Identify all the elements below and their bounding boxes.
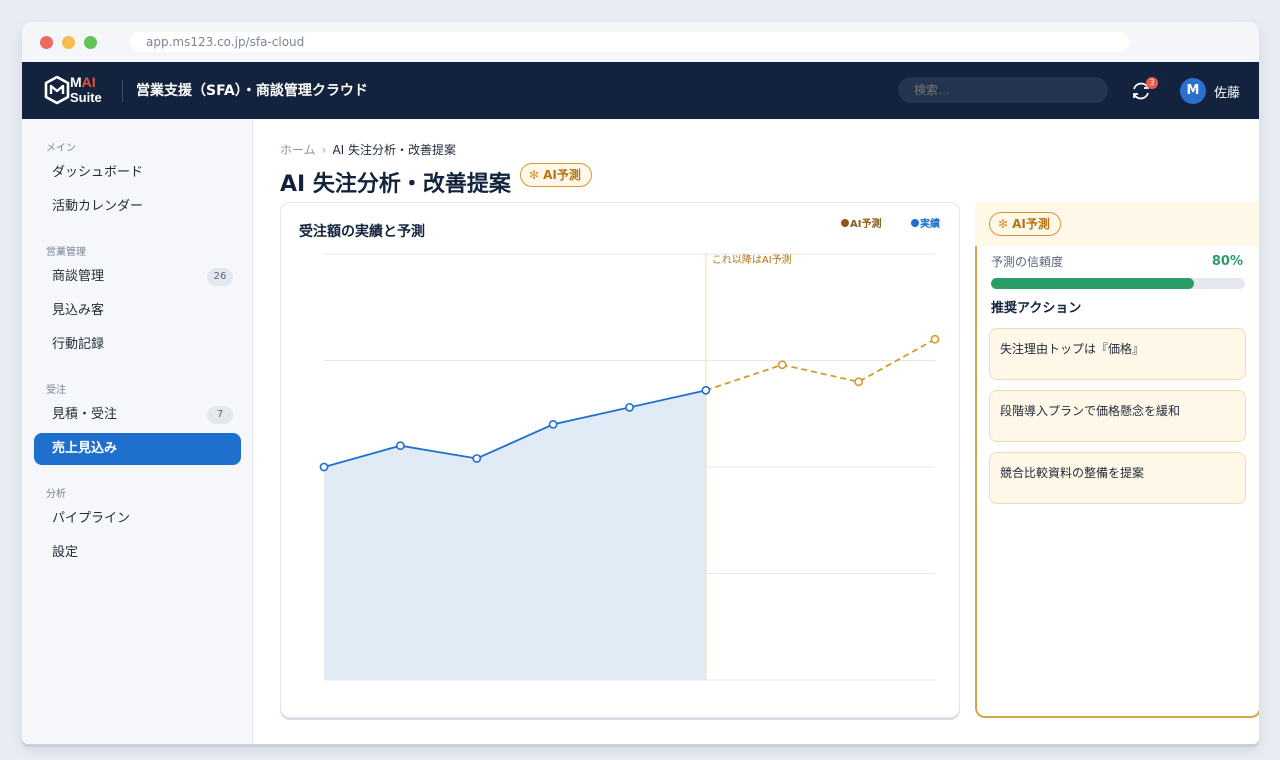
ai-prediction-badge: ✻ AI予測	[989, 212, 1061, 236]
app-title: 営業支援（SFA）・商談管理クラウド	[136, 83, 368, 99]
user-name[interactable]: 佐藤	[1214, 82, 1240, 101]
sidebar-item-sales-forecast[interactable]: 売上見込み	[34, 433, 241, 465]
actual-area	[324, 390, 706, 680]
avatar[interactable]: M	[1180, 78, 1206, 104]
sparkle-icon: ✻	[998, 217, 1009, 231]
sidebar-item-pipeline[interactable]: パイプライン	[34, 503, 241, 535]
sidebar-item-prospects[interactable]: 見込み客	[34, 295, 241, 327]
confidence-label: 予測の信頼度	[991, 255, 1064, 269]
ai-panel-header: ✻ AI予測	[975, 202, 1259, 246]
breadcrumb: ホーム › AI 失注分析・改善提案	[280, 141, 456, 158]
sidebar: メイン ダッシュボード 活動カレンダー 営業管理 商談管理 26 見込み客 行動…	[22, 119, 253, 744]
actual-point	[548, 419, 558, 429]
address-bar[interactable]: app.ms123.co.jp/sfa-cloud	[130, 32, 1129, 52]
forecast-point	[854, 377, 864, 387]
action-card[interactable]: 競合比較資料の整備を提案	[989, 452, 1246, 504]
main-content: ホーム › AI 失注分析・改善提案 AI 失注分析・改善提案 ✻ AI予測 受注額の…	[254, 119, 1259, 744]
sidebar-section-main: メイン	[46, 143, 76, 154]
actual-point	[395, 441, 405, 451]
chart-card: 受注額の実績と予測 AI予測 実績 これ以降はAI予測	[280, 202, 960, 718]
sparkle-icon: ✻	[529, 168, 540, 182]
sidebar-item-activity-log[interactable]: 行動記録	[34, 329, 241, 361]
page-title: AI 失注分析・改善提案	[280, 172, 511, 197]
forecast-point	[777, 360, 787, 370]
confidence-progress-bar	[991, 278, 1245, 289]
breadcrumb-home-link[interactable]: ホーム	[280, 143, 316, 157]
forecast-line	[705, 338, 936, 392]
sidebar-item-activity-calendar[interactable]: 活動カレンダー	[34, 191, 241, 223]
line-chart: これ以降はAI予測	[319, 253, 940, 681]
ai-prediction-badge: ✻ AI予測	[520, 163, 592, 187]
forecast-note: これ以降はAI予測	[712, 253, 792, 266]
sidebar-item-label: 見積・受注	[52, 407, 118, 422]
notification-badge: 3	[1146, 77, 1158, 89]
search-input[interactable]	[898, 77, 1108, 103]
actual-point	[319, 462, 329, 472]
sidebar-section-sales-management: 営業管理	[46, 247, 86, 258]
header-divider	[122, 80, 123, 102]
logo-icon	[44, 75, 70, 105]
sidebar-section-orders: 受注	[46, 385, 66, 396]
app-header: MAI Suite 営業支援（SFA）・商談管理クラウド 3 M 佐藤	[22, 62, 1259, 119]
actual-point	[701, 385, 711, 395]
quotes-count-badge: 7	[207, 406, 233, 424]
close-window-button[interactable]	[40, 36, 53, 49]
breadcrumb-current: AI 失注分析・改善提案	[332, 143, 457, 157]
sidebar-section-analysis: 分析	[46, 489, 66, 500]
deals-count-badge: 26	[207, 268, 233, 286]
forecast-point	[930, 334, 940, 344]
browser-window: app.ms123.co.jp/sfa-cloud MAI Suite 営業支援…	[22, 22, 1259, 744]
sidebar-item-deals[interactable]: 商談管理 26	[34, 261, 241, 293]
browser-chrome: app.ms123.co.jp/sfa-cloud	[22, 22, 1259, 62]
actual-point	[472, 454, 482, 463]
sidebar-item-dashboard[interactable]: ダッシュボード	[34, 157, 241, 189]
minimize-window-button[interactable]	[62, 36, 75, 49]
sidebar-item-quotes-orders[interactable]: 見積・受注 7	[34, 399, 241, 431]
action-card[interactable]: 段階導入プランで価格懸念を緩和	[989, 390, 1246, 442]
actual-point	[625, 402, 634, 412]
sidebar-item-label: 商談管理	[52, 269, 105, 284]
confidence-value: 80%	[1211, 254, 1243, 269]
logo-wordmark: MAI Suite	[70, 74, 102, 106]
maximize-window-button[interactable]	[84, 36, 97, 49]
recommended-actions-title: 推奨アクション	[991, 301, 1082, 316]
ai-insight-panel: ✻ AI予測 予測の信頼度 80% 推奨アクション 失注理由トップは『価格』 段階…	[975, 202, 1259, 718]
confidence-progress-fill	[991, 278, 1195, 289]
breadcrumb-separator: ›	[321, 143, 327, 157]
action-card[interactable]: 失注理由トップは『価格』	[989, 328, 1246, 380]
sidebar-item-settings[interactable]: 設定	[34, 537, 241, 569]
